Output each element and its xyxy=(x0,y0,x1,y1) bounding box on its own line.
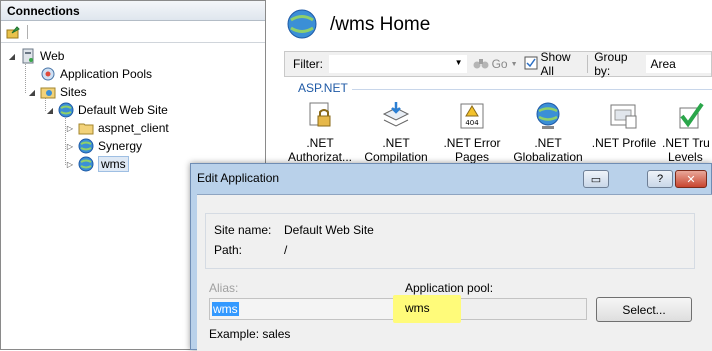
tree-item-sites[interactable]: ◢ Sites xyxy=(27,83,87,101)
tree-item-default-web-site[interactable]: ◢ Default Web Site xyxy=(45,101,168,119)
application-pool-label: Application pool: xyxy=(405,281,494,295)
filter-input[interactable]: ▼ xyxy=(329,55,467,73)
feature-label: .NET Tru xyxy=(662,136,710,150)
go-label: Go xyxy=(491,57,508,71)
go-button[interactable]: Go ▼ xyxy=(473,56,518,73)
site-name-row: Site name: Default Web Site xyxy=(214,223,374,237)
globe-icon xyxy=(532,100,564,132)
feature-label: .NET xyxy=(306,136,334,150)
svg-text:404: 404 xyxy=(465,119,479,127)
dropdown-arrow-icon[interactable]: ▼ xyxy=(455,58,463,67)
filter-separator xyxy=(587,55,589,73)
sysmenu-icon[interactable]: ▭ xyxy=(583,170,609,188)
show-all-label: Show All xyxy=(540,50,571,78)
show-all-icon xyxy=(524,56,538,73)
site-name-label: Site name: xyxy=(214,223,272,237)
page-title: /wms Home xyxy=(330,14,431,35)
tree-line xyxy=(25,61,26,93)
filter-label: Filter: xyxy=(293,57,323,71)
alias-example: Example: sales xyxy=(209,327,291,341)
tree-item-label: Default Web Site xyxy=(78,103,168,117)
application-pool-value: wms xyxy=(405,301,430,315)
globe-icon xyxy=(58,102,74,118)
tree-item-aspnet-client[interactable]: ▷ aspnet_client xyxy=(65,119,169,137)
path-value: / xyxy=(284,243,288,257)
feature-net-authorization[interactable]: .NET Authorizat... xyxy=(282,100,358,164)
feature-label: Levels xyxy=(668,150,703,164)
collapse-triangle-icon[interactable]: ◢ xyxy=(27,88,37,97)
tree-item-label: aspnet_client xyxy=(98,121,169,135)
filter-bar: Filter: ▼ Go ▼ Show All Group by: Area xyxy=(284,50,712,78)
globe-icon xyxy=(78,138,94,154)
collapse-triangle-icon[interactable]: ◢ xyxy=(45,106,55,115)
stack-arrow-icon xyxy=(380,100,412,132)
globe-icon xyxy=(78,156,94,172)
tree-item-label: Synergy xyxy=(98,139,143,153)
expand-triangle-icon[interactable]: ▷ xyxy=(65,124,75,133)
path-label: Path: xyxy=(214,243,243,257)
tree-item-label: Web xyxy=(40,49,65,63)
binoculars-icon xyxy=(473,56,489,73)
close-icon[interactable]: ✕ xyxy=(675,170,707,188)
feature-label: Authorizat... xyxy=(287,150,353,164)
tree-item-synergy[interactable]: ▷ Synergy xyxy=(65,137,142,155)
select-button[interactable]: Select... xyxy=(596,297,692,322)
sites-folder-icon xyxy=(40,84,56,100)
feature-label: Globalization xyxy=(513,150,583,164)
path-row: Path: / xyxy=(214,243,287,257)
feature-net-profile[interactable]: .NET Profile xyxy=(586,100,662,150)
lock-document-icon xyxy=(304,100,336,132)
feature-label: Pages xyxy=(454,150,490,164)
expand-triangle-icon[interactable]: ▷ xyxy=(65,160,75,169)
tree-item-label: wms xyxy=(98,156,129,172)
collapse-triangle-icon[interactable]: ◢ xyxy=(7,52,17,61)
trust-check-icon xyxy=(674,100,706,132)
site-name-value: Default Web Site xyxy=(284,223,374,237)
feature-label: .NET xyxy=(382,136,410,150)
tree-item-wms[interactable]: ▷ wms xyxy=(65,155,129,173)
alias-input[interactable]: wms xyxy=(209,298,395,320)
group-by-label: Group by: xyxy=(594,50,628,78)
dropdown-arrow-icon: ▼ xyxy=(510,60,518,68)
tree-item-web[interactable]: ◢ Web xyxy=(7,47,64,65)
toolbar-separator xyxy=(27,24,28,39)
section-label: ASP.NET xyxy=(298,81,348,95)
section-divider xyxy=(352,89,712,90)
connections-header: Connections xyxy=(1,1,265,21)
feature-label: .NET Error xyxy=(443,136,501,150)
error-404-icon: 404 xyxy=(456,100,488,132)
server-icon xyxy=(20,48,36,64)
alias-label: Alias: xyxy=(209,281,239,295)
profile-icon xyxy=(608,100,640,132)
feature-net-compilation[interactable]: .NET Compilation xyxy=(358,100,434,164)
connections-toolbar xyxy=(1,21,265,43)
connect-icon[interactable] xyxy=(5,23,23,41)
folder-icon xyxy=(78,120,94,136)
feature-net-trust-levels[interactable]: .NET Tru Levels xyxy=(662,100,712,164)
alias-value: wms xyxy=(212,302,239,316)
feature-label: .NET Profile xyxy=(591,136,657,150)
tree-item-label: Application Pools xyxy=(60,67,153,81)
tree-item-application-pools[interactable]: Application Pools xyxy=(27,65,152,83)
dialog-title: Edit Application xyxy=(197,171,280,185)
feature-net-error-pages[interactable]: 404 .NET Error Pages xyxy=(434,100,510,164)
app-pools-icon xyxy=(40,66,56,82)
group-by-select[interactable]: Area xyxy=(646,55,712,73)
expand-triangle-icon[interactable]: ▷ xyxy=(65,142,75,151)
feature-net-globalization[interactable]: .NET Globalization xyxy=(510,100,586,164)
dialog-body: Site name: Default Web Site Path: / Alia… xyxy=(197,194,712,351)
feature-label: .NET xyxy=(534,136,562,150)
tree-item-label: Sites xyxy=(60,85,87,99)
help-button[interactable]: ? xyxy=(647,170,673,188)
site-info-box: Site name: Default Web Site Path: / xyxy=(205,213,695,269)
edit-application-dialog: Edit Application ▭ ? ✕ Site name: Defaul… xyxy=(190,163,712,351)
globe-icon xyxy=(286,8,318,40)
show-all-button[interactable]: Show All xyxy=(524,50,582,78)
feature-label: Compilation xyxy=(364,150,428,164)
